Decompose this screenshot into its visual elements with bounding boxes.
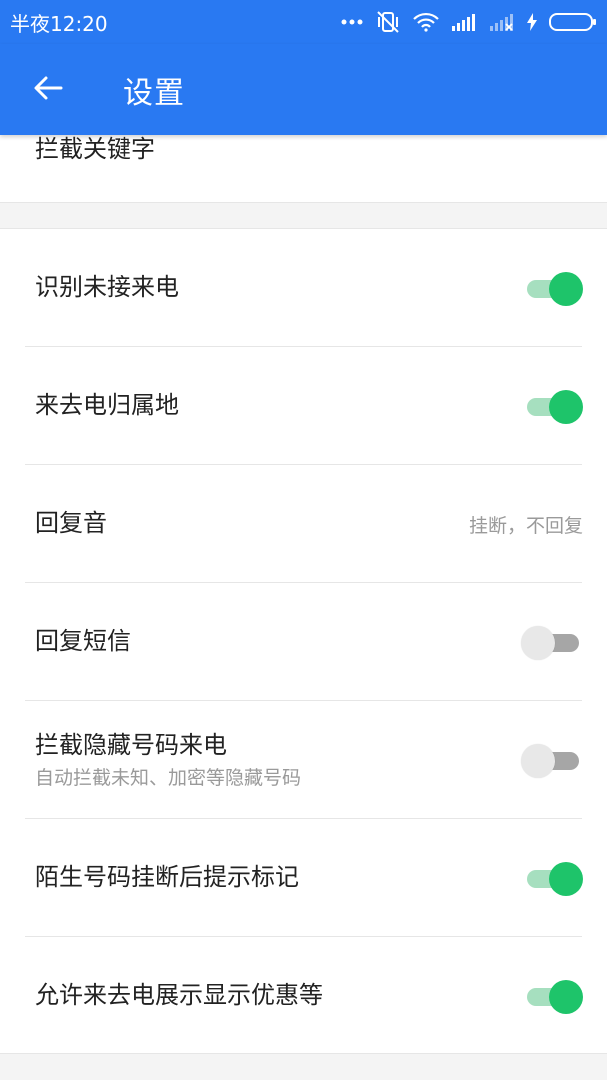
settings-section-main: 识别未接来电 来去电归属地 回复音 挂断，不回复 回复短信 拦截隐藏号码来电 自…: [0, 228, 607, 1054]
setting-label: 陌生号码挂断后提示标记: [35, 863, 299, 892]
status-icons: [341, 10, 597, 34]
setting-row-caller-location[interactable]: 来去电归属地: [0, 347, 607, 465]
page-title: 设置: [123, 75, 185, 111]
signal-off-icon: [489, 13, 515, 31]
setting-label: 来去电归属地: [35, 391, 179, 420]
keyword-block-item[interactable]: 拦截关键字: [35, 135, 155, 164]
setting-row-reply-tone[interactable]: 回复音 挂断，不回复: [0, 465, 607, 583]
charging-icon: [527, 13, 537, 31]
status-time: 半夜12:20: [10, 11, 108, 36]
setting-row-reply-sms[interactable]: 回复短信: [0, 583, 607, 701]
setting-row-show-offers[interactable]: 允许来去电展示显示优惠等: [0, 937, 607, 1055]
app-bar: 设置: [0, 44, 607, 135]
setting-description: 自动拦截未知、加密等隐藏号码: [35, 767, 302, 790]
setting-row-block-hidden-numbers[interactable]: 拦截隐藏号码来电 自动拦截未知、加密等隐藏号码: [0, 701, 607, 819]
signal-icon: [451, 13, 477, 31]
wifi-icon: [413, 12, 439, 32]
status-bar: 半夜12:20: [0, 0, 607, 44]
block-hidden-numbers-toggle[interactable]: [521, 742, 583, 778]
setting-label: 回复音: [35, 509, 107, 538]
back-button[interactable]: [0, 44, 96, 135]
setting-label: 拦截隐藏号码来电: [35, 730, 227, 759]
battery-icon: [549, 12, 597, 32]
reply-tone-value: 挂断，不回复: [468, 514, 583, 537]
setting-row-stranger-mark[interactable]: 陌生号码挂断后提示标记: [0, 819, 607, 937]
settings-list[interactable]: 拦截关键字 识别未接来电 来去电归属地 回复音 挂断，不回复 回复短信 拦截隐藏…: [0, 135, 607, 1080]
stranger-mark-toggle[interactable]: [523, 860, 583, 896]
setting-label: 识别未接来电: [35, 273, 179, 302]
more-dots-icon: [341, 18, 363, 26]
setting-label: 允许来去电展示显示优惠等: [35, 981, 323, 1010]
setting-row-missed-call[interactable]: 识别未接来电: [0, 229, 607, 347]
caller-location-toggle[interactable]: [523, 388, 583, 424]
arrow-left-icon: [33, 75, 63, 105]
vibrate-off-icon: [375, 10, 401, 34]
show-offers-toggle[interactable]: [523, 978, 583, 1014]
settings-section-top: 拦截关键字: [0, 135, 607, 203]
setting-label: 回复短信: [35, 627, 131, 656]
missed-call-toggle[interactable]: [523, 270, 583, 306]
reply-sms-toggle[interactable]: [521, 624, 583, 660]
